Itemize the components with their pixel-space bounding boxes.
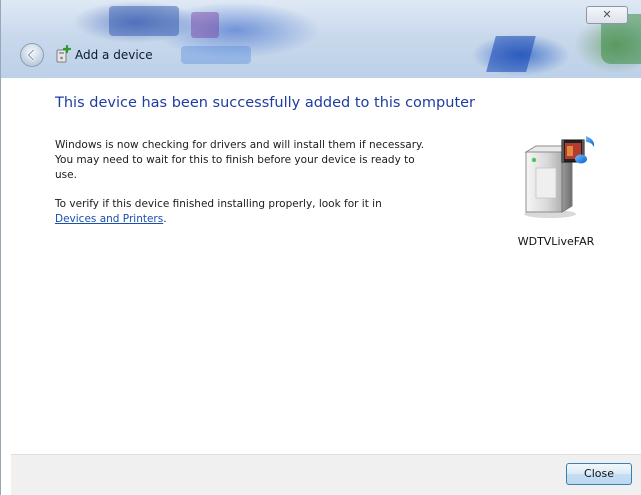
window-title: Add a device	[75, 48, 153, 62]
content-pane: This device has been successfully added …	[11, 78, 641, 454]
glass-background	[109, 6, 179, 36]
add-device-window: ✕ Add a device This device has been succ…	[0, 0, 641, 495]
devices-and-printers-link[interactable]: Devices and Printers	[55, 213, 163, 225]
close-icon: ✕	[602, 8, 612, 21]
verify-text-prefix: To verify if this device finished instal…	[55, 198, 382, 210]
add-device-icon	[56, 45, 71, 63]
driver-status-text: Windows is now checking for drivers and …	[55, 139, 425, 181]
back-button[interactable]	[20, 43, 44, 67]
verify-text: To verify if this device finished instal…	[55, 197, 435, 227]
close-button[interactable]: Close	[566, 463, 632, 485]
glass-background	[486, 36, 536, 72]
media-device-icon	[524, 136, 595, 218]
device-name-label: WDTVLiveFAR	[517, 235, 595, 248]
glass-background	[191, 12, 219, 38]
titlebar-glass: ✕ Add a device	[1, 0, 641, 78]
verify-text-suffix: .	[163, 213, 167, 225]
page-heading: This device has been successfully added …	[55, 95, 476, 111]
window-close-button[interactable]: ✕	[586, 6, 628, 24]
dialog-footer: Close	[11, 454, 641, 495]
glass-background	[181, 46, 251, 64]
back-arrow-icon	[27, 48, 35, 62]
